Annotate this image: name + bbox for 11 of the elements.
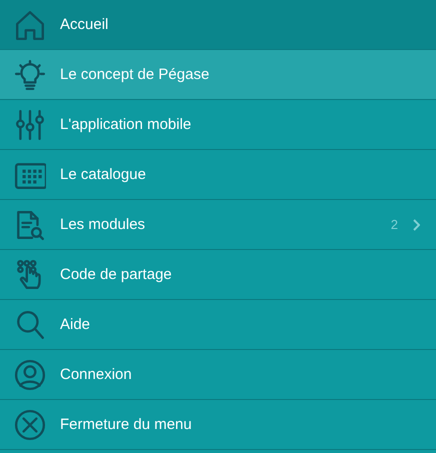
search-icon <box>14 308 46 340</box>
chevron-right-icon <box>412 218 420 230</box>
home-icon <box>14 8 46 40</box>
menu-item[interactable]: Le concept de Pégase <box>0 50 436 99</box>
close-icon <box>14 408 46 440</box>
lightbulb-icon <box>14 58 46 90</box>
sliders-icon <box>14 108 46 140</box>
count: 2 <box>390 217 398 232</box>
menu-item[interactable]: Accueil <box>0 0 436 49</box>
user-circle-icon <box>14 358 46 390</box>
document-search-icon <box>14 208 46 240</box>
